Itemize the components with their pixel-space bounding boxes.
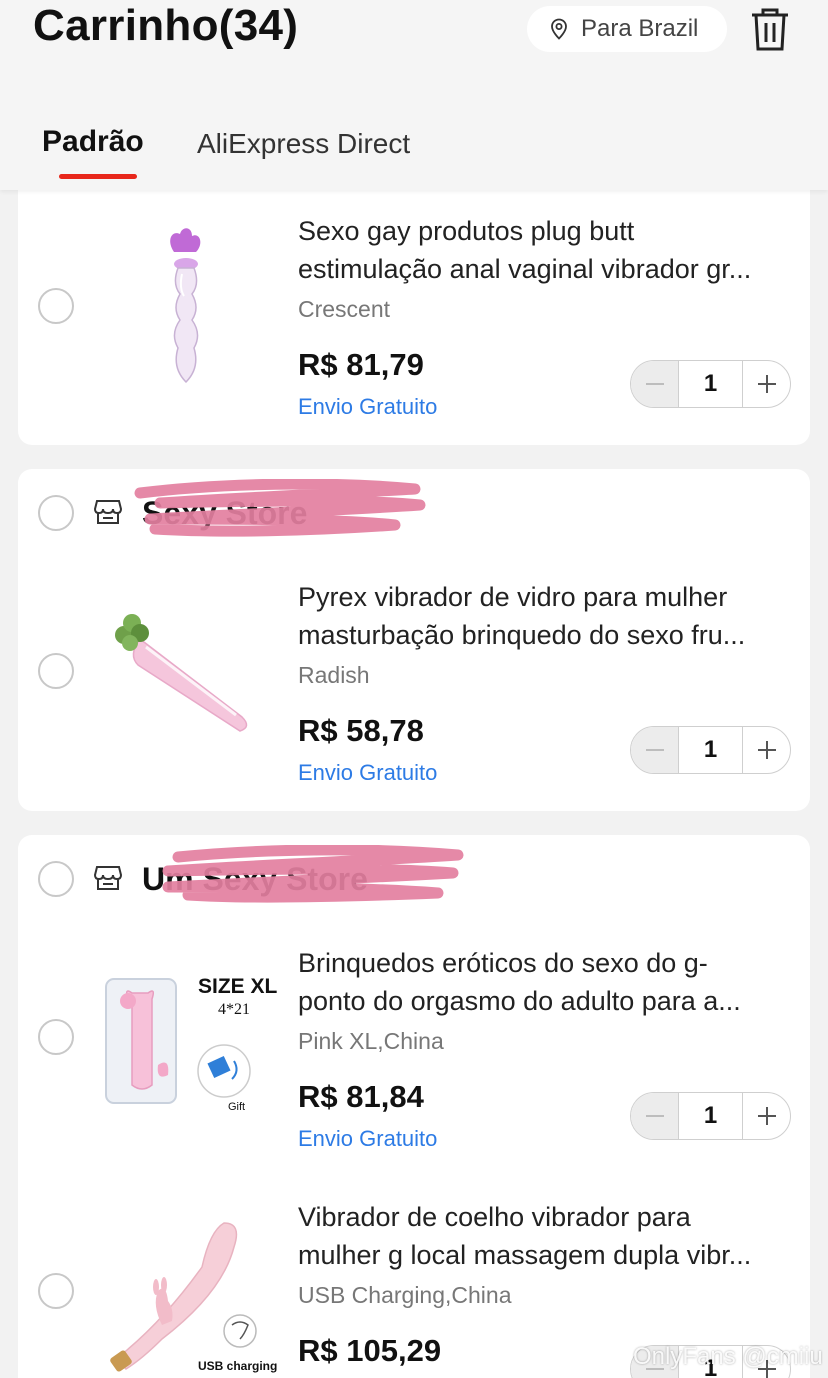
increase-quantity-button[interactable] xyxy=(743,727,790,773)
quantity-value[interactable]: 1 xyxy=(678,361,743,407)
item-select-radio[interactable] xyxy=(38,1273,74,1309)
active-tab-indicator xyxy=(59,174,137,179)
product-title[interactable]: Brinquedos eróticos do sexo do g- ponto … xyxy=(298,944,798,1020)
store-header: Sexy Store xyxy=(18,479,810,537)
minus-icon xyxy=(645,383,664,385)
usb-charging-label: USB charging xyxy=(198,1359,278,1373)
product-variant[interactable]: Radish xyxy=(298,662,370,689)
page-title: Carrinho(34) xyxy=(33,1,299,50)
cart-tabs: Padrão AliExpress Direct xyxy=(0,118,828,179)
cart-header: Carrinho(34) Para Brazil Padrão AliExpre… xyxy=(0,0,828,190)
product-price: R$ 105,29 xyxy=(298,1333,442,1368)
shipping-label: Envio Gratuito xyxy=(298,1126,438,1151)
increase-quantity-button[interactable] xyxy=(743,1093,790,1139)
store-icon xyxy=(94,500,122,524)
shipping-label: Envio Gratuito xyxy=(298,760,438,785)
trash-icon[interactable] xyxy=(748,6,792,52)
product-title[interactable]: Sexo gay produtos plug butt estimulação … xyxy=(298,212,798,288)
decrease-quantity-button[interactable] xyxy=(631,361,678,407)
plus-icon xyxy=(758,1107,776,1125)
dimension-label: 4*21 xyxy=(218,1001,250,1018)
store-group-card: Um Sexy Store SIZE XL 4*21 Gift Brinqued… xyxy=(18,835,810,1378)
quantity-value[interactable]: 1 xyxy=(678,727,743,773)
product-image xyxy=(170,228,201,384)
product-photo xyxy=(110,1222,257,1372)
quantity-stepper: 1 xyxy=(630,360,791,408)
store-header: Um Sexy Store xyxy=(18,845,810,903)
decrease-quantity-button[interactable] xyxy=(631,1093,678,1139)
minus-icon xyxy=(645,1115,664,1117)
quantity-value[interactable]: 1 xyxy=(678,1093,743,1139)
product-variant[interactable]: Pink XL,China xyxy=(298,1028,444,1055)
watermark: OnlyFans @cmiiu xyxy=(633,1343,823,1370)
product-price: R$ 81,79 xyxy=(298,347,424,382)
ship-to-location-button[interactable]: Para Brazil xyxy=(527,6,727,52)
product-title[interactable]: Pyrex vibrador de vidro para mulher mast… xyxy=(298,578,798,654)
redaction-scribble xyxy=(134,479,426,537)
product-variant[interactable]: Crescent xyxy=(298,296,390,323)
quantity-stepper: 1 xyxy=(630,1092,791,1140)
size-label: SIZE XL xyxy=(198,975,278,998)
product-variant[interactable]: USB Charging,China xyxy=(298,1282,512,1309)
store-group-card: Sexy Store Pyrex vibrador de vidro para … xyxy=(18,469,810,811)
redaction-scribble xyxy=(162,845,464,903)
location-label: Para Brazil xyxy=(581,15,699,42)
increase-quantity-button[interactable] xyxy=(743,361,790,407)
product-image: USB charging xyxy=(102,1213,277,1378)
decrease-quantity-button[interactable] xyxy=(631,727,678,773)
quantity-stepper: 1 xyxy=(630,726,791,774)
shipping-label: Envio Gratuito xyxy=(298,394,438,419)
tab-padrao[interactable]: Padrão xyxy=(42,124,144,160)
location-pin-icon xyxy=(551,18,567,40)
item-select-radio[interactable] xyxy=(38,288,74,324)
cart-item-card: Sexo gay produtos plug butt estimulação … xyxy=(18,170,810,445)
product-price: R$ 81,84 xyxy=(298,1079,424,1114)
tab-aliexpress-direct[interactable]: AliExpress Direct xyxy=(197,126,410,162)
product-image xyxy=(115,614,248,732)
item-select-radio[interactable] xyxy=(38,1019,74,1055)
item-select-radio[interactable] xyxy=(38,653,74,689)
product-image: SIZE XL 4*21 Gift xyxy=(102,965,277,1135)
minus-icon xyxy=(645,749,664,751)
plus-icon xyxy=(758,741,776,759)
gift-label: Gift xyxy=(228,1101,246,1113)
product-title[interactable]: Vibrador de coelho vibrador para mulher … xyxy=(298,1198,798,1274)
plus-icon xyxy=(758,375,776,393)
store-icon xyxy=(94,866,122,890)
product-price: R$ 58,78 xyxy=(298,713,424,748)
